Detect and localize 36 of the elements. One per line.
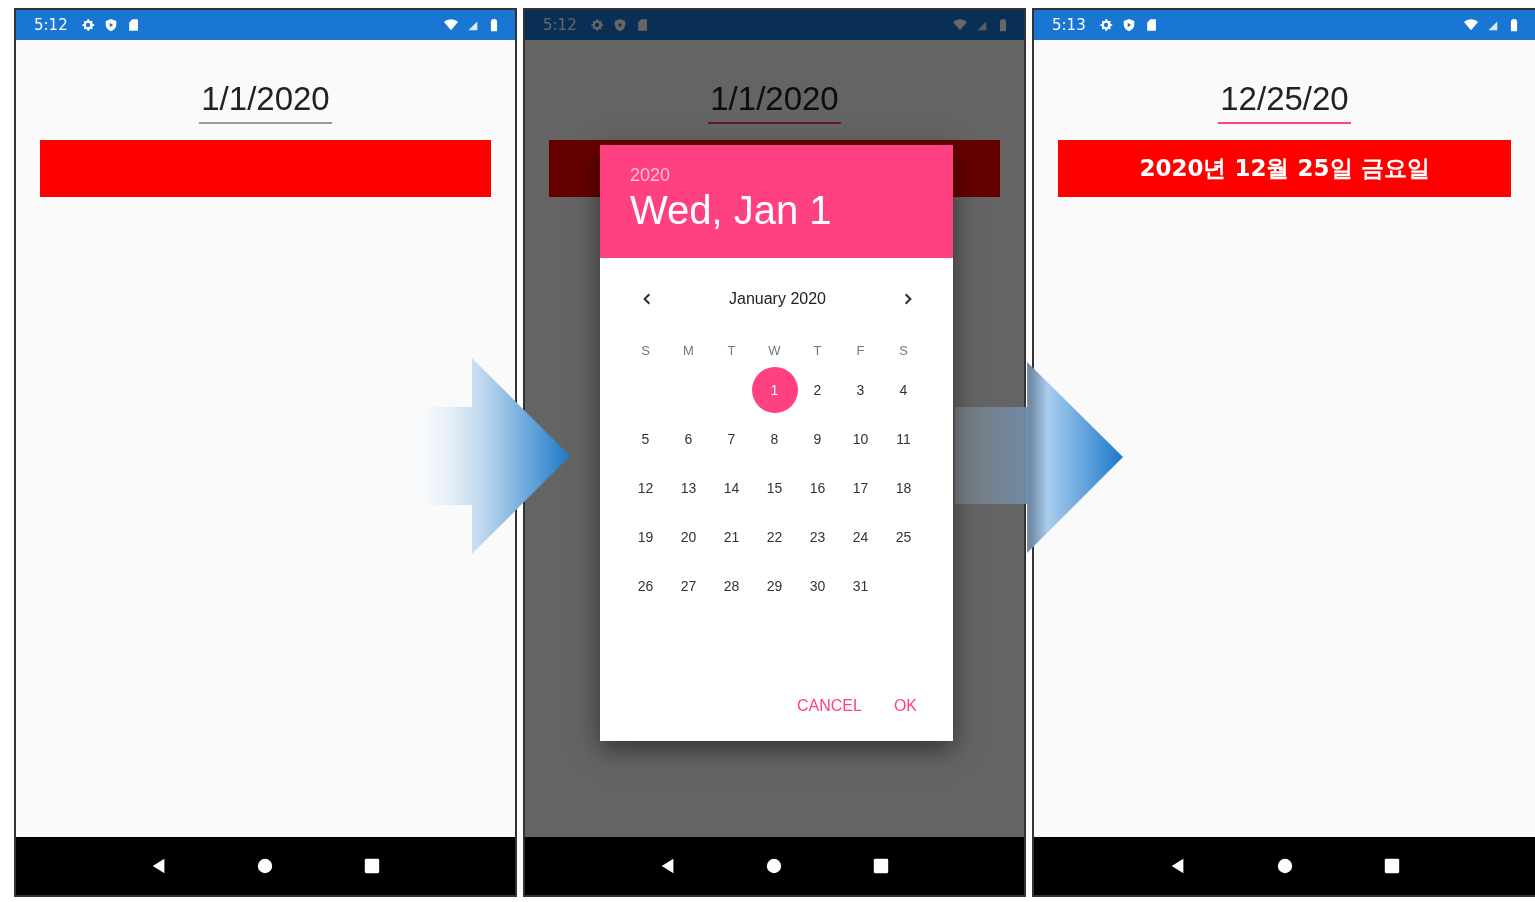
gear-icon <box>80 18 95 32</box>
home-icon[interactable] <box>256 857 275 875</box>
recents-icon[interactable] <box>362 857 381 875</box>
shield-icon <box>103 18 118 32</box>
weekday-label: W <box>768 343 781 358</box>
recents-icon[interactable] <box>1382 857 1401 875</box>
home-icon[interactable] <box>765 857 784 875</box>
weekday-label: S <box>641 343 650 358</box>
weekday-label: T <box>813 343 822 358</box>
status-time: 5:12 <box>543 16 577 34</box>
date-field[interactable]: 1/1/2020 <box>199 80 332 124</box>
recents-icon[interactable] <box>871 857 890 875</box>
selected-date-headline: Wed, Jan 1 <box>630 188 832 233</box>
signal-icon <box>976 19 987 31</box>
sd-card-icon <box>126 18 141 32</box>
wifi-icon <box>444 18 458 32</box>
date-field[interactable]: 12/25/20 <box>1218 80 1351 124</box>
wifi-icon <box>1464 18 1478 32</box>
weekday-label: F <box>856 343 865 358</box>
weekday-label: M <box>683 343 694 358</box>
status-time: 5:13 <box>1052 16 1086 34</box>
sd-card-icon <box>1144 18 1159 32</box>
shield-icon <box>612 18 627 32</box>
signal-icon <box>467 19 478 31</box>
signal-icon <box>1487 19 1498 31</box>
month-title: January 2020 <box>729 290 826 308</box>
shield-icon <box>1121 18 1136 32</box>
wifi-icon <box>953 18 967 32</box>
home-icon[interactable] <box>1275 857 1294 875</box>
weekday-label: T <box>727 343 736 358</box>
sd-card-icon <box>635 18 650 32</box>
gear-icon <box>589 18 604 32</box>
weekday-label: S <box>899 343 908 358</box>
date-label-text: 2020년 12월 25일 금요일 <box>1139 154 1430 183</box>
gear-icon <box>1098 18 1113 32</box>
status-time: 5:12 <box>34 16 68 34</box>
